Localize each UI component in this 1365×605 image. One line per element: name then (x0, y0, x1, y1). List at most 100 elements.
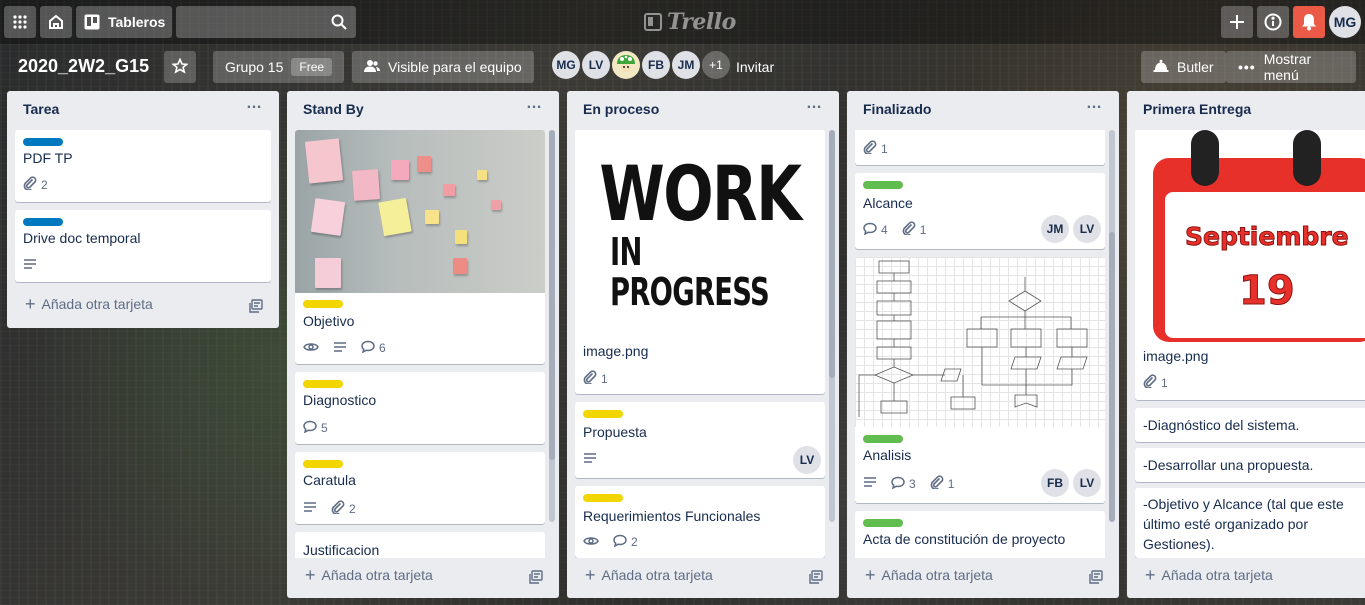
list-scrollbar[interactable] (829, 130, 835, 522)
list-title[interactable]: Tarea (23, 101, 59, 119)
card-label-yellow[interactable] (583, 410, 623, 418)
card[interactable]: -Diagnóstico del sistema. (1135, 408, 1365, 442)
card-label-blue[interactable] (23, 138, 63, 146)
attachments-badge: 1 (930, 475, 954, 492)
show-menu-label: Mostrar menú (1263, 51, 1312, 83)
comments-badge: 6 (361, 340, 386, 356)
boards-button[interactable]: Tableros (76, 6, 172, 38)
more-members-button[interactable]: +1 (702, 51, 730, 79)
card[interactable]: Alcance 4 1 JM LV (855, 173, 1105, 249)
home-button[interactable] (40, 6, 72, 38)
card-template-icon[interactable] (529, 570, 543, 587)
card-label-yellow[interactable] (303, 380, 343, 388)
card-label-blue[interactable] (23, 218, 63, 226)
member-avatar[interactable]: FB (642, 51, 670, 79)
card-label-green[interactable] (863, 519, 903, 527)
user-avatar[interactable]: MG (1329, 6, 1361, 38)
card-title: Drive doc temporal (23, 230, 141, 246)
member-avatar[interactable]: JM (672, 51, 700, 79)
member-avatar[interactable]: MG (552, 51, 580, 79)
add-card-button[interactable]: + Añada otra tarjeta (585, 566, 713, 584)
member-avatar[interactable]: LV (582, 51, 610, 79)
list-title[interactable]: Stand By (303, 101, 364, 119)
card[interactable]: PDF TP 2 (15, 130, 271, 202)
list-finalizado: Finalizado … 1 Alcance 4 1 JM LV Analisi… (847, 91, 1119, 598)
list-menu-icon[interactable]: … (806, 95, 823, 119)
board-members: MG LV FB JM +1 (552, 51, 730, 79)
list-menu-icon[interactable]: … (1086, 95, 1103, 119)
scrollbar-thumb[interactable] (829, 130, 835, 378)
butler-button[interactable]: Butler (1141, 51, 1226, 83)
info-button[interactable] (1257, 6, 1289, 38)
card-template-icon[interactable] (249, 299, 263, 316)
card-label-yellow[interactable] (303, 300, 343, 308)
list-title[interactable]: Finalizado (863, 101, 931, 119)
list-header[interactable]: Finalizado … (847, 91, 1119, 129)
scrollbar-thumb[interactable] (1109, 232, 1115, 522)
card-member-avatar[interactable]: FB (1041, 469, 1069, 497)
member-avatar-image[interactable] (612, 51, 640, 79)
list-title[interactable]: En proceso (583, 101, 659, 119)
attachments-count: 1 (881, 141, 888, 156)
invite-button[interactable]: Invitar (724, 51, 786, 83)
card[interactable]: Acta de constitución de proyecto (855, 511, 1105, 558)
card[interactable]: Propuesta LV (575, 402, 825, 478)
apps-grid-button[interactable] (4, 6, 36, 38)
visibility-button[interactable]: Visible para el equipo (352, 51, 534, 83)
list-header[interactable]: Primera Entrega (1127, 91, 1365, 129)
card-label-yellow[interactable] (583, 494, 623, 502)
add-card-button[interactable]: + Añada otra tarjeta (25, 295, 153, 313)
list-scrollbar[interactable] (1109, 130, 1115, 522)
list-stand-by: Stand By … Objetivo 6 Diagnostico 5 Cara… (287, 91, 559, 598)
card-label-yellow[interactable] (303, 460, 343, 468)
card-title: Diagnostico (303, 392, 377, 408)
comments-count: 2 (631, 535, 638, 549)
card[interactable]: Requerimientos Funcionales 2 (575, 486, 825, 558)
paperclip-icon (902, 221, 916, 238)
add-card-button[interactable]: + Añada otra tarjeta (1145, 566, 1273, 584)
list-scrollbar[interactable] (549, 130, 555, 522)
card[interactable]: Analisis 3 1 FB LV (855, 257, 1105, 503)
create-button[interactable] (1221, 6, 1253, 38)
notifications-button[interactable] (1293, 6, 1325, 38)
list-header[interactable]: En proceso … (567, 91, 839, 129)
show-menu-button[interactable]: ••• Mostrar menú (1226, 51, 1356, 83)
card[interactable]: Drive doc temporal (15, 210, 271, 282)
card[interactable]: Caratula 2 (295, 452, 545, 524)
add-card-button[interactable]: + Añada otra tarjeta (865, 566, 993, 584)
add-card-button[interactable]: + Añada otra tarjeta (305, 566, 433, 584)
team-button[interactable]: Grupo 15 Free (213, 51, 345, 83)
card-title: Propuesta (583, 424, 647, 440)
card-member-avatar[interactable]: LV (1073, 215, 1101, 243)
board-title[interactable]: 2020_2W2_G15 (18, 56, 149, 77)
card-member-avatar[interactable]: LV (793, 446, 821, 474)
trello-logo[interactable]: Trello (644, 8, 736, 36)
card[interactable]: -Objetivo y Alcance (tal que este último… (1135, 488, 1365, 558)
list-header[interactable]: Stand By … (287, 91, 559, 129)
card[interactable]: Diagnostico 5 (295, 372, 545, 444)
list-menu-icon[interactable]: … (246, 95, 263, 119)
card-template-icon[interactable] (809, 570, 823, 587)
butler-icon (1153, 59, 1169, 76)
card[interactable]: Justificacion (295, 532, 545, 558)
description-icon (583, 452, 597, 467)
attachments-count: 1 (601, 371, 608, 386)
card-member-avatar[interactable]: JM (1041, 215, 1069, 243)
card[interactable]: Objetivo 6 (295, 130, 545, 364)
apps-grid-icon (12, 14, 28, 30)
card-template-icon[interactable] (1089, 570, 1103, 587)
list-menu-icon[interactable]: … (526, 95, 543, 119)
card[interactable]: WORK IN PROGRESS image.png 1 (575, 130, 825, 394)
info-icon (1264, 13, 1282, 31)
card-label-green[interactable] (863, 435, 903, 443)
scrollbar-thumb[interactable] (549, 130, 555, 460)
star-button[interactable] (164, 51, 196, 83)
card[interactable]: 1 (855, 130, 1105, 165)
list-header[interactable]: Tarea … (7, 91, 279, 129)
card[interactable]: Septiembre 19 image.png 1 (1135, 130, 1365, 400)
search-input[interactable] (176, 6, 356, 38)
list-title[interactable]: Primera Entrega (1143, 101, 1251, 119)
card[interactable]: -Desarrollar una propuesta. (1135, 448, 1365, 482)
card-member-avatar[interactable]: LV (1073, 469, 1101, 497)
card-label-green[interactable] (863, 181, 903, 189)
